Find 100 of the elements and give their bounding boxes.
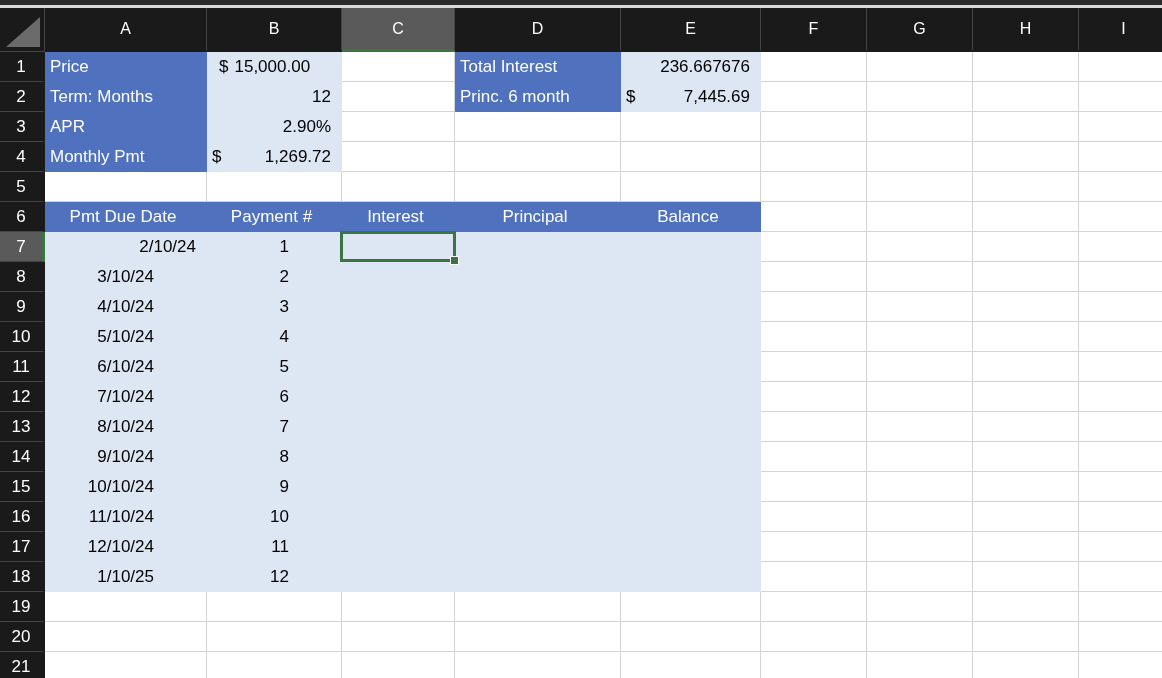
table-cell[interactable]: 2/10/24 [45,232,207,262]
table-cell[interactable]: APR [45,112,207,142]
table-cell[interactable] [761,622,867,652]
table-cell[interactable]: Monthly Pmt [45,142,207,172]
table-cell[interactable]: Total Interest [455,52,621,82]
table-cell[interactable] [342,142,455,172]
table-cell[interactable] [761,292,867,322]
table-cell[interactable] [867,82,973,112]
table-cell[interactable]: $ 7,445.69 [621,82,761,112]
table-cell[interactable]: 10/10/24 [45,472,207,502]
table-cell[interactable] [761,112,867,142]
row-header[interactable]: 12 [0,382,45,412]
table-cell[interactable] [455,622,621,652]
table-cell[interactable]: Interest [342,202,455,232]
table-cell[interactable] [455,112,621,142]
table-cell[interactable] [973,262,1079,292]
table-cell[interactable] [761,562,867,592]
row-header[interactable]: 20 [0,622,45,652]
row-header[interactable]: 1 [0,52,45,82]
table-cell[interactable] [973,412,1079,442]
row-header[interactable]: 15 [0,472,45,502]
table-cell[interactable] [761,532,867,562]
table-cell[interactable]: 12 [207,82,342,112]
table-cell[interactable] [45,592,207,622]
table-cell[interactable] [867,412,973,442]
column-header[interactable]: F [761,8,867,52]
table-cell[interactable]: 6 [207,382,342,412]
table-cell[interactable] [761,472,867,502]
table-cell[interactable] [342,52,455,82]
table-cell[interactable] [761,352,867,382]
table-cell[interactable]: Pmt Due Date [45,202,207,232]
table-cell[interactable] [867,322,973,352]
table-cell[interactable]: Payment # [207,202,342,232]
table-cell[interactable] [973,622,1079,652]
table-cell[interactable]: 11 [207,532,342,562]
table-cell[interactable] [621,622,761,652]
row-header[interactable]: 21 [0,652,45,678]
table-cell[interactable]: 7/10/24 [45,382,207,412]
table-cell[interactable] [761,82,867,112]
table-cell[interactable] [207,622,342,652]
row-header[interactable]: 17 [0,532,45,562]
fill-handle[interactable] [450,256,459,265]
table-cell[interactable]: 9/10/24 [45,442,207,472]
table-cell[interactable] [973,232,1079,262]
table-cell[interactable] [342,592,455,622]
row-header[interactable]: 16 [0,502,45,532]
column-header[interactable]: A [45,8,207,52]
table-cell[interactable]: 2 [207,262,342,292]
table-cell[interactable]: Term: Months [45,82,207,112]
table-cell[interactable] [207,172,342,202]
table-cell[interactable] [867,52,973,82]
row-header[interactable]: 6 [0,202,45,232]
table-cell[interactable] [45,172,207,202]
table-cell[interactable] [973,502,1079,532]
column-header[interactable]: I [1079,8,1162,52]
table-cell[interactable]: Princ. 6 month [455,82,621,112]
table-cell[interactable] [761,592,867,622]
table-cell[interactable]: 6/10/24 [45,352,207,382]
row-header[interactable]: 18 [0,562,45,592]
table-cell[interactable]: 11/10/24 [45,502,207,532]
table-cell[interactable] [867,472,973,502]
table-cell[interactable] [867,142,973,172]
row-header[interactable]: 13 [0,412,45,442]
table-cell[interactable] [455,172,621,202]
row-header[interactable]: 8 [0,262,45,292]
row-header[interactable]: 2 [0,82,45,112]
table-cell[interactable] [761,262,867,292]
table-cell[interactable] [342,82,455,112]
table-cell[interactable]: 236.667676 [621,52,761,82]
table-cell[interactable] [867,382,973,412]
table-cell[interactable]: 1/10/25 [45,562,207,592]
table-cell[interactable] [973,382,1079,412]
table-cell[interactable]: Balance [621,202,761,232]
table-cell[interactable]: 2.90% [207,112,342,142]
table-cell[interactable]: 7 [207,412,342,442]
table-cell[interactable] [761,442,867,472]
table-cell[interactable] [761,502,867,532]
table-cell[interactable] [973,592,1079,622]
table-cell[interactable]: 9 [207,472,342,502]
table-cell[interactable] [761,172,867,202]
table-cell[interactable] [761,412,867,442]
table-cell[interactable] [867,562,973,592]
table-cell[interactable]: 8/10/24 [45,412,207,442]
table-cell[interactable] [973,112,1079,142]
table-cell[interactable] [867,532,973,562]
row-header[interactable]: 9 [0,292,45,322]
table-cell[interactable] [867,202,973,232]
table-cell[interactable] [973,532,1079,562]
table-cell[interactable] [973,82,1079,112]
table-cell[interactable] [973,352,1079,382]
table-cell[interactable]: 5 [207,352,342,382]
column-header[interactable]: H [973,8,1079,52]
row-header[interactable]: 14 [0,442,45,472]
table-cell[interactable] [973,142,1079,172]
table-cell[interactable]: 10 [207,502,342,532]
table-cell[interactable] [867,172,973,202]
table-cell[interactable]: 5/10/24 [45,322,207,352]
table-cell[interactable] [867,352,973,382]
table-cell[interactable] [342,622,455,652]
row-header[interactable]: 5 [0,172,45,202]
